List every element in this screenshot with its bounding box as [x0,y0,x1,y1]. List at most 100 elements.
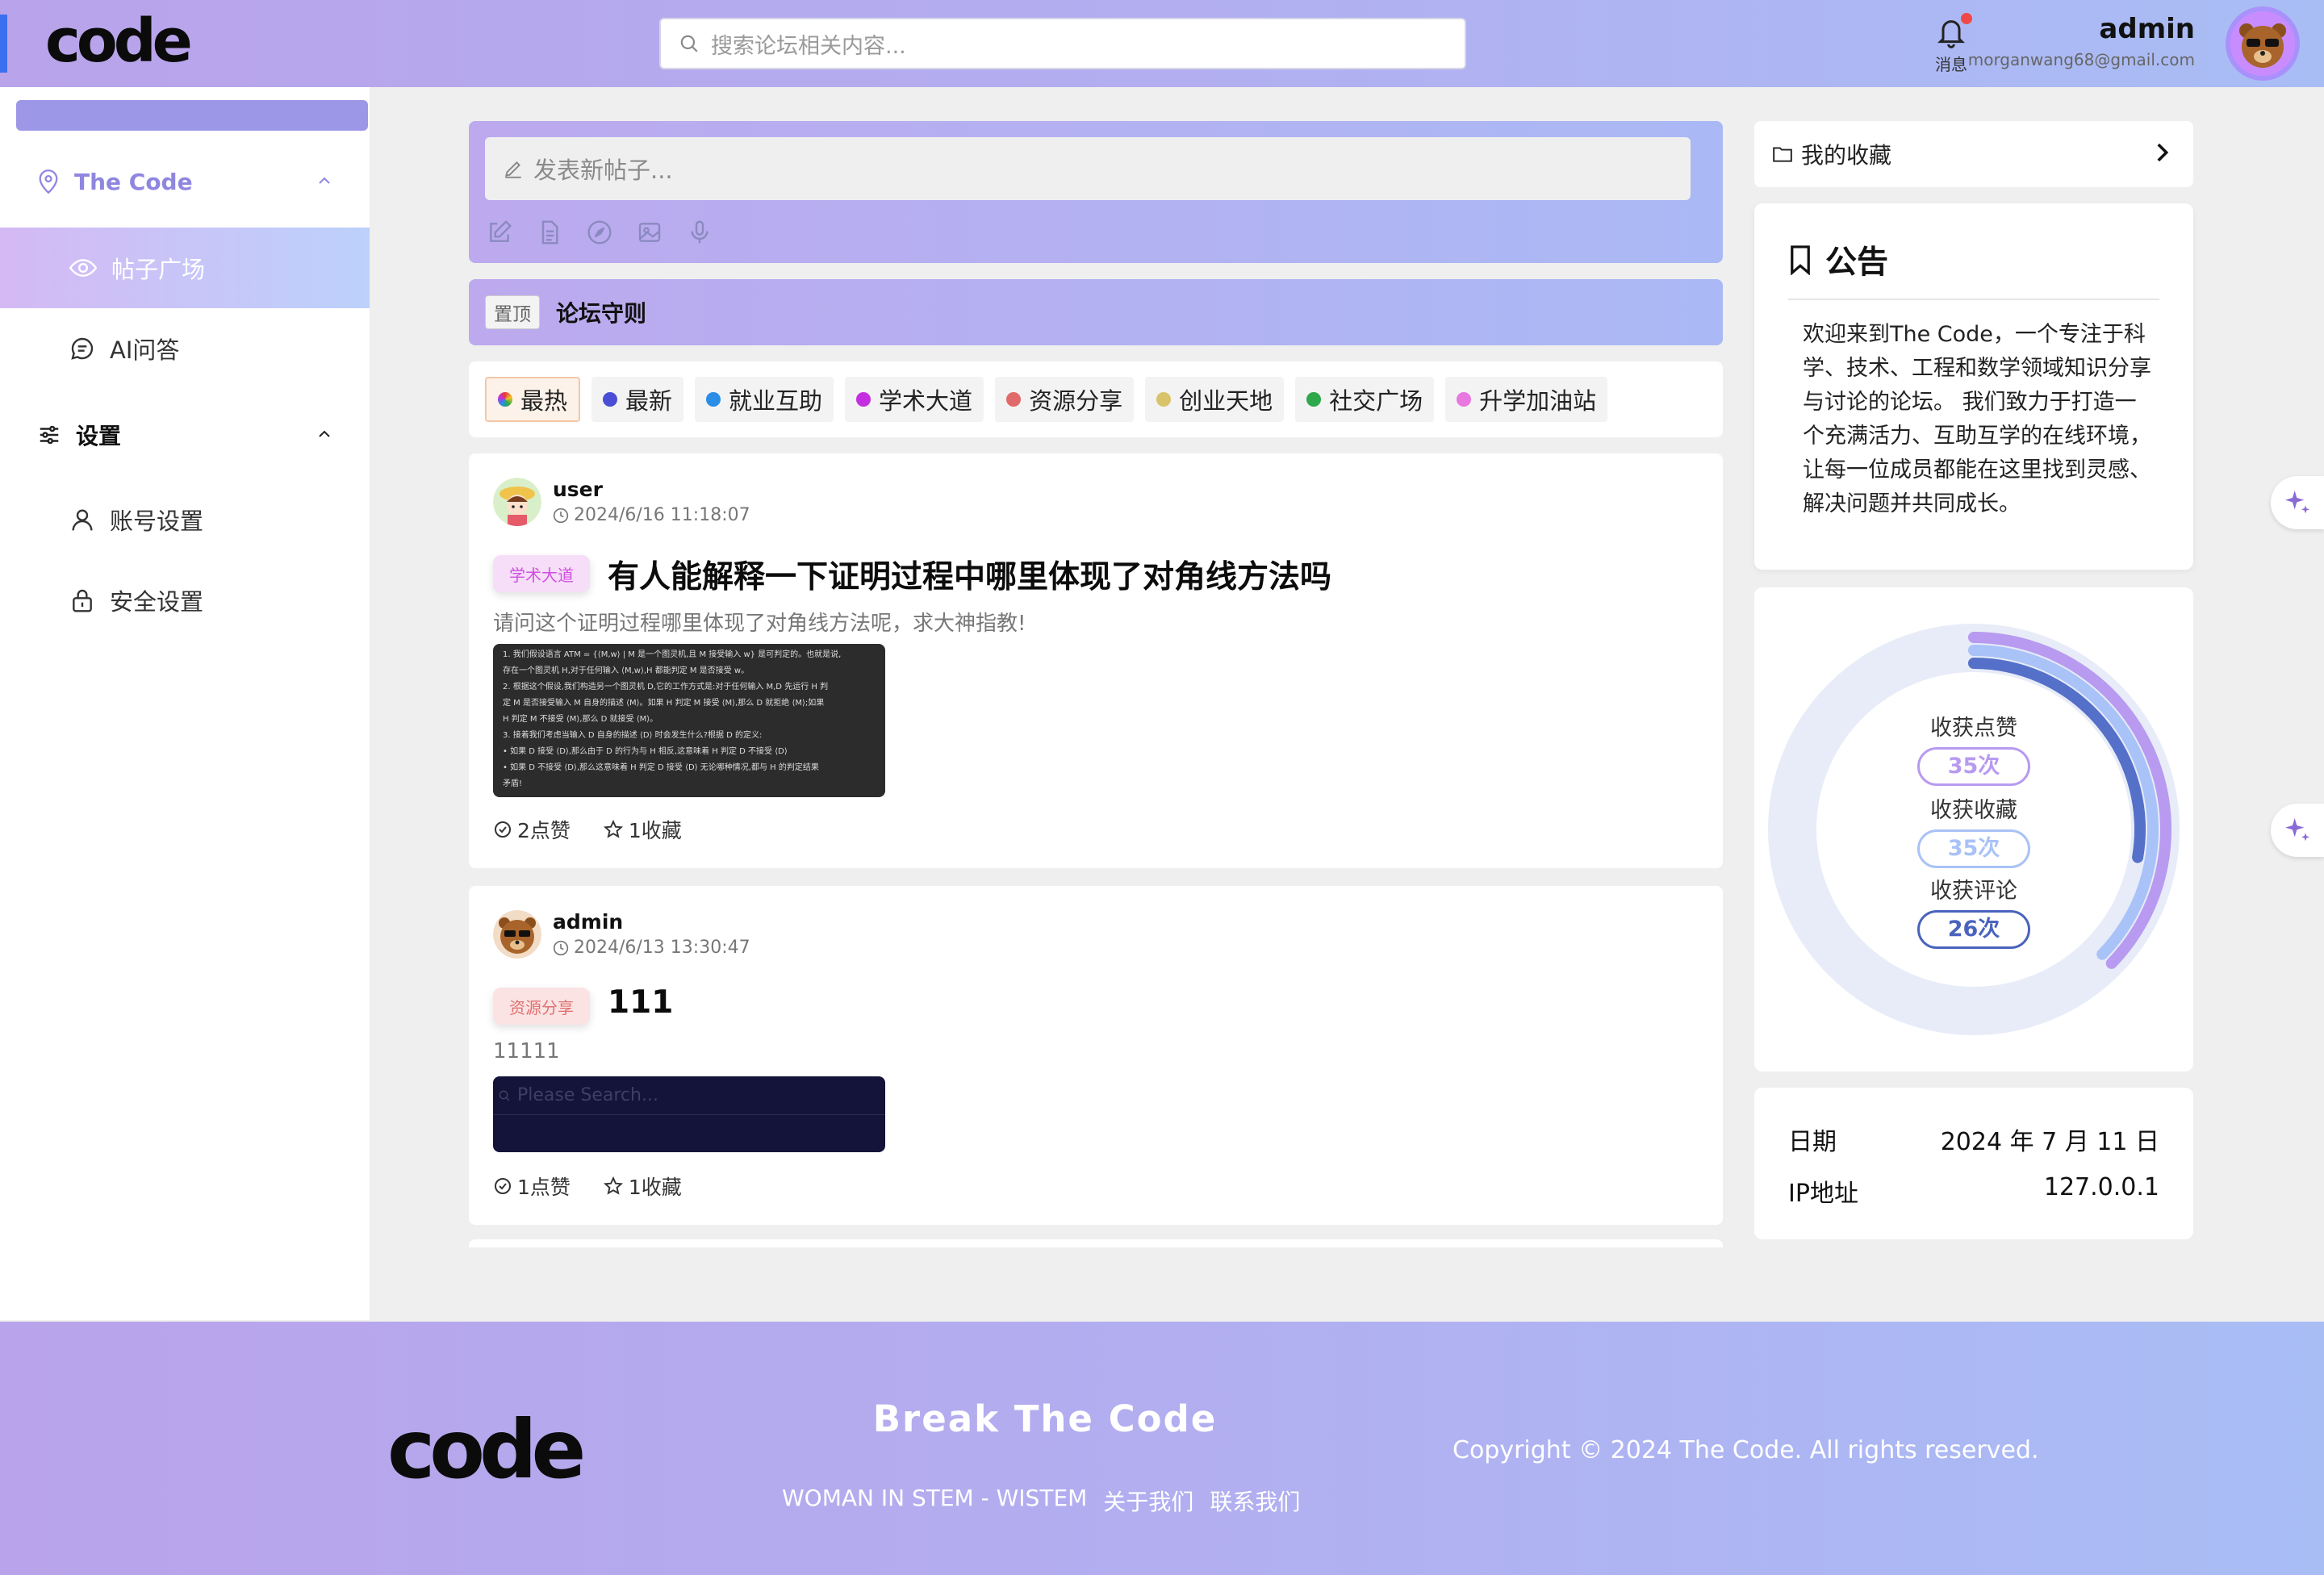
category-tabs: 最热 最新 就业互助 学术大道 资源分享 创业天地 社交广场 升学加油站 [469,361,1723,437]
image-icon[interactable] [637,219,663,245]
footer-link-about[interactable]: 关于我们 [1103,1485,1193,1517]
pinned-badge: 置顶 [485,295,540,329]
sidebar-item-account-settings[interactable]: 账号设置 [0,479,370,560]
category-label: 最热 [520,387,568,415]
post-card[interactable]: user 2024/6/16 11:18:07 学术大道 有人能解释一下证明过程… [469,453,1723,868]
category-dot [1457,392,1472,407]
search-placeholder: 搜索论坛相关内容... [711,33,906,59]
site-logo[interactable]: code [45,6,193,76]
post-stats: 2点赞 1收藏 [493,815,682,844]
notifications-label: 消息 [1935,55,1967,74]
info-value: 127.0.0.1 [2043,1173,2159,1201]
footer-link-wistem[interactable]: WOMAN IN STEM - WISTEM [782,1485,1087,1517]
like-count: 2点赞 [517,819,571,842]
author-name[interactable]: user [553,478,603,501]
pencil-icon [504,161,521,178]
sidebar-item-label: 账号设置 [110,508,204,535]
edit-icon[interactable] [487,219,512,245]
category-dot [856,392,872,407]
category-label: 学术大道 [879,387,973,415]
image-text-line: 1. 我们假设语言 ATM = {⟨M,w⟩ | M 是一个图灵机,且 M 接受… [503,650,842,659]
sparkle-icon [2285,818,2309,842]
category-label: 升学加油站 [1479,387,1597,415]
post-title[interactable]: 有人能解释一下证明过程中哪里体现了对角线方法吗 [608,552,1331,597]
favorite-button[interactable]: 1收藏 [603,815,682,844]
favorite-button[interactable]: 1收藏 [603,1172,682,1201]
stats-ring-card: 收获点赞 35次 收获收藏 35次 收获评论 26次 [1754,587,2193,1072]
category-tab-startup[interactable]: 创业天地 [1145,377,1285,422]
info-value: 2024 年 7 月 11 日 [1940,1128,2159,1156]
header-accent-bar [0,15,7,73]
image-text-line: • 如果 D 不接受 ⟨D⟩,那么这意味着 H 判定 D 接受 ⟨D⟩ 无论哪种… [503,763,819,772]
sidebar-item-security-settings[interactable]: 安全设置 [0,560,370,641]
post-time: 2024/6/16 11:18:07 [553,505,750,525]
clock-icon [553,940,569,955]
document-icon[interactable] [537,219,562,245]
post-excerpt: 请问这个证明过程哪里体现了对角线方法呢，求大神指教! [493,612,1026,636]
post-title[interactable]: 111 [608,984,673,1021]
image-search-bar: Please Search... [493,1076,885,1115]
favorite-count: 1收藏 [628,1176,682,1199]
post-category-tag[interactable]: 学术大道 [493,555,590,592]
category-dot [706,392,721,407]
like-button[interactable]: 1点赞 [493,1172,571,1201]
footer-copyright: Copyright © 2024 The Code. All rights re… [1452,1436,2039,1464]
sidebar-group-settings[interactable]: 设置 [0,407,370,463]
category-dot [1006,392,1022,407]
post-image[interactable]: 1. 我们假设语言 ATM = {⟨M,w⟩ | M 是一个图灵机,且 M 接受… [493,644,885,797]
sidebar-item-ai-qa[interactable]: AI问答 [0,308,370,389]
category-tab-latest[interactable]: 最新 [591,377,684,422]
sidebar-item-post-square[interactable]: 帖子广场 [0,228,370,308]
category-tab-hot[interactable]: 最热 [485,377,581,422]
post-category-tag[interactable]: 资源分享 [493,988,590,1025]
rainbow-dot-icon [498,392,512,407]
bookmark-icon [1791,245,1810,275]
sidebar-group-label: 设置 [76,423,122,449]
favorites-label: 我的收藏 [1801,142,1892,169]
user-email: morganwang68@gmail.com [1967,50,2195,69]
author-avatar[interactable] [493,478,541,526]
stat-label-favorites: 收获收藏 [1930,798,2017,823]
author-avatar[interactable] [493,910,541,959]
notifications-button[interactable]: 消息 [1930,11,1972,76]
author-name[interactable]: admin [553,910,623,934]
location-pin-icon [39,169,58,194]
image-text-line: 矛盾! [503,779,523,788]
pinned-post[interactable]: 置顶 论坛守则 [469,279,1723,345]
stat-label-comments: 收获评论 [1930,879,2017,904]
image-text-line: • 如果 D 接受 ⟨D⟩,那么由于 D 的行为与 H 相反,这意味着 H 判定… [503,747,788,756]
post-timestamp: 2024/6/16 11:18:07 [574,505,750,525]
announcement-heading: 公告 [1788,237,1888,282]
category-tab-further-study[interactable]: 升学加油站 [1445,377,1608,422]
chevron-right-icon [2157,143,2169,162]
info-key: 日期 [1788,1128,1837,1156]
my-favorites-link[interactable]: 我的收藏 [1754,121,2193,187]
info-key: IP地址 [1788,1180,1858,1208]
search-input[interactable]: 搜索论坛相关内容... [659,18,1466,69]
user-avatar[interactable] [2230,11,2295,76]
category-tab-jobs[interactable]: 就业互助 [695,377,834,422]
sparkle-icon [2285,491,2309,514]
microphone-icon[interactable] [687,219,713,245]
sidebar-group-the-code[interactable]: The Code [0,153,370,210]
footer-link-contact[interactable]: 联系我们 [1210,1485,1300,1517]
category-tab-social[interactable]: 社交广场 [1295,377,1435,422]
category-dot [1306,392,1322,407]
sidebar-item-label: 安全设置 [110,588,204,616]
category-tab-academic[interactable]: 学术大道 [845,377,984,422]
ai-assist-button[interactable] [2271,476,2324,529]
ai-assist-button-2[interactable] [2271,804,2324,857]
like-button[interactable]: 2点赞 [493,815,571,844]
post-stats: 1点赞 1收藏 [493,1172,682,1201]
compass-icon[interactable] [587,219,612,245]
new-post-input[interactable]: 发表新帖子... [485,137,1691,200]
notification-dot [1961,13,1972,24]
category-tab-resources[interactable]: 资源分享 [995,377,1135,422]
post-card[interactable]: admin 2024/6/13 13:30:47 资源分享 111 11111 … [469,886,1723,1225]
post-excerpt: 11111 [493,1039,560,1063]
category-label: 创业天地 [1179,387,1273,415]
footer-slogan: Break The Code [872,1397,1218,1440]
stat-label-likes: 收获点赞 [1930,716,2017,741]
sidebar-top-bar [16,100,368,131]
post-image[interactable]: Please Search... [493,1076,885,1152]
